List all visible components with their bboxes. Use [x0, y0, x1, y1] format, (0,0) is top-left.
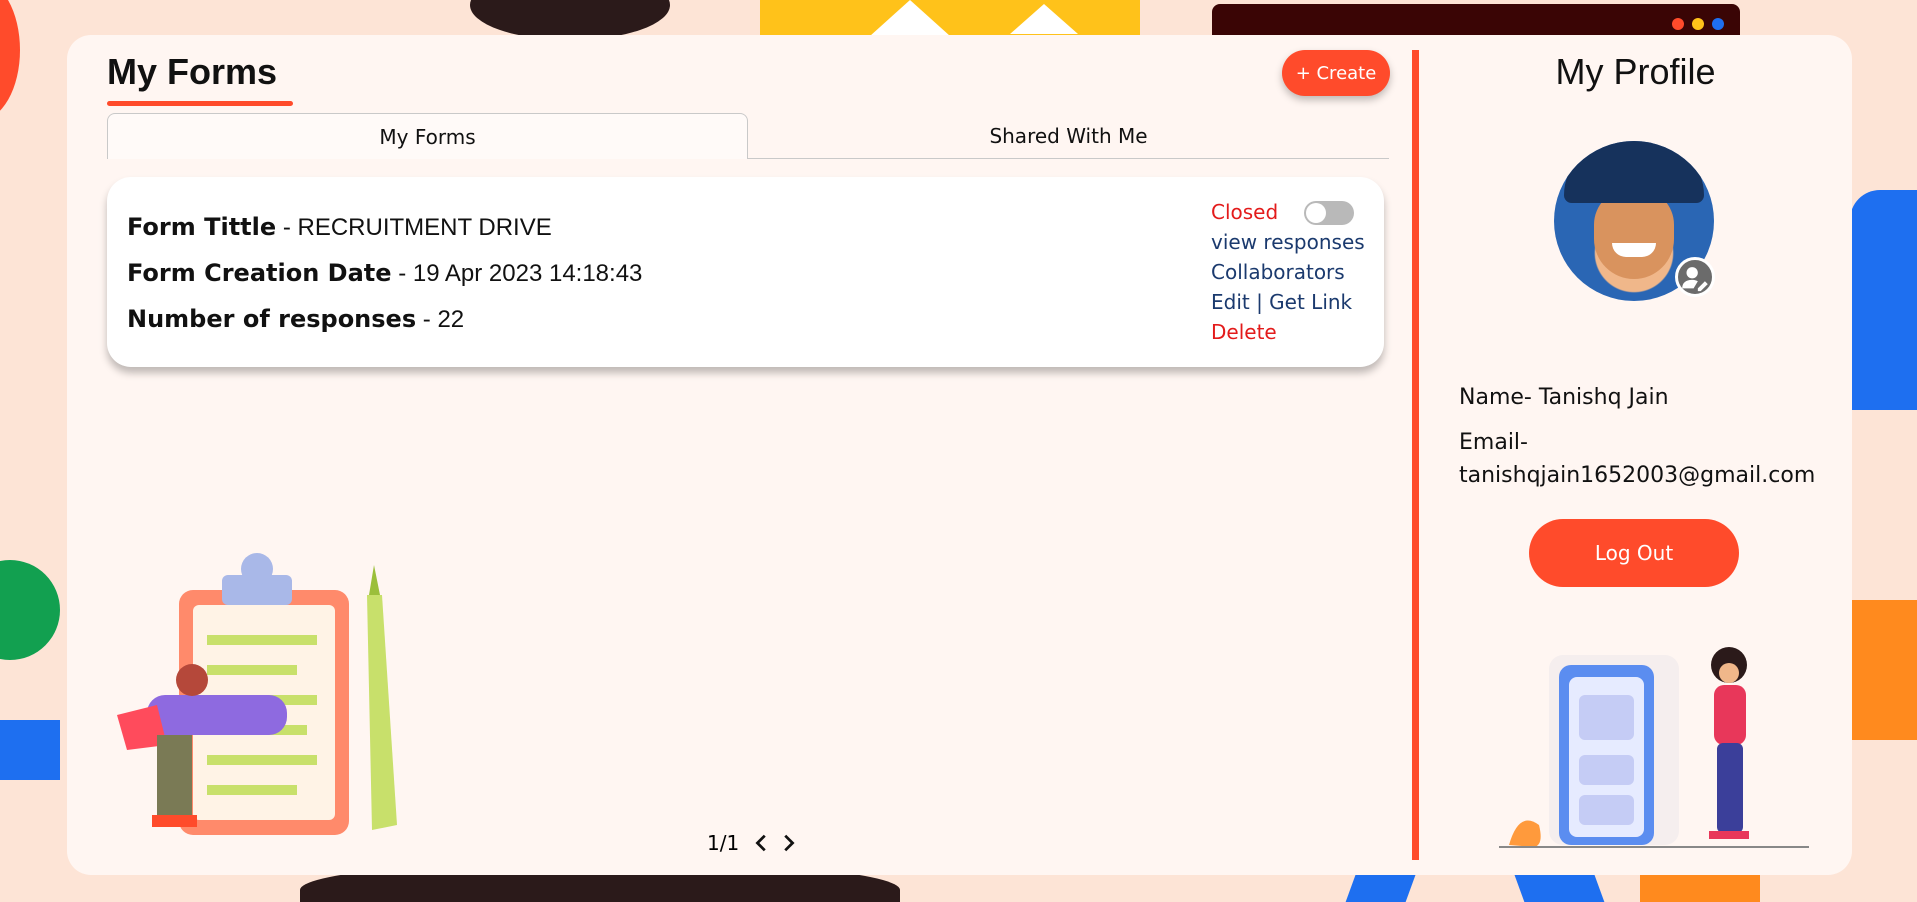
form-date-value: - 19 Apr 2023 14:18:43: [391, 260, 643, 287]
main-card: My Forms + Create My Forms Shared With M…: [67, 35, 1852, 875]
forms-tabs: My Forms Shared With Me: [107, 113, 1389, 159]
background-decoration: [870, 0, 950, 36]
profile-panel: My Profile Name- Tanishq Jain Email- tan…: [1419, 35, 1852, 875]
illustration-shape: [1579, 695, 1634, 740]
create-form-button[interactable]: + Create: [1282, 50, 1390, 96]
form-responses-value: - 22: [416, 306, 465, 333]
illustration-shape: [147, 695, 287, 735]
user-edit-icon[interactable]: [1675, 257, 1715, 297]
pagination: 1/1: [707, 831, 799, 855]
illustration-shape: [207, 785, 297, 795]
view-responses-link[interactable]: view responses: [1211, 227, 1365, 257]
background-decoration: [0, 560, 60, 660]
form-card: Form Tittle - RECRUITMENT DRIVE Form Cre…: [107, 177, 1384, 367]
accept-responses-toggle[interactable]: [1304, 201, 1354, 225]
illustration-shape: [367, 595, 397, 830]
form-title-label: Form Tittle: [127, 213, 277, 241]
delete-link[interactable]: Delete: [1211, 317, 1365, 347]
illustration-shape: [176, 664, 208, 696]
illustration-shape: [1714, 685, 1746, 745]
background-decoration: [1850, 190, 1917, 410]
illustration-shape: [207, 665, 297, 675]
illustration-shape: [241, 553, 273, 585]
illustration-shape: [207, 755, 317, 765]
panel-divider: [1412, 50, 1419, 860]
user-edit-glyph: [1682, 267, 1708, 292]
window-dot: [1712, 18, 1724, 30]
chevron-left-icon[interactable]: [751, 832, 773, 854]
page-title: My Forms: [107, 51, 278, 92]
profile-title: My Profile: [1555, 51, 1716, 92]
form-date-line: Form Creation Date - 19 Apr 2023 14:18:4…: [127, 259, 642, 288]
window-dot: [1692, 18, 1704, 30]
collaborators-link[interactable]: Collaborators: [1211, 257, 1365, 287]
form-responses-label: Number of responses: [127, 305, 417, 333]
illustration-shape: [1579, 795, 1634, 825]
edit-get-link[interactable]: Edit | Get Link: [1211, 287, 1365, 317]
profile-name: Name- Tanishq Jain: [1459, 385, 1669, 410]
logout-button[interactable]: Log Out: [1529, 519, 1739, 587]
background-decoration: [760, 0, 1140, 40]
chevron-right-icon[interactable]: [777, 832, 799, 854]
background-decoration: [1850, 600, 1917, 740]
illustration-shape: [1579, 755, 1634, 785]
profile-email-value: tanishqjain1652003@gmail.com: [1459, 463, 1816, 488]
form-responses-line: Number of responses - 22: [127, 305, 464, 334]
tab-shared-with-me[interactable]: Shared With Me: [748, 113, 1389, 159]
background-decoration: [470, 0, 670, 40]
tab-my-forms[interactable]: My Forms: [107, 113, 748, 159]
background-decoration: [0, 0, 20, 120]
illustration-shape: [152, 815, 197, 827]
clipboard-illustration: [117, 553, 397, 835]
page-indicator: 1/1: [707, 831, 740, 855]
illustration-shape: [369, 565, 380, 595]
window-dot: [1672, 18, 1684, 30]
illustration-shape: [1717, 743, 1743, 833]
illustration-shape: [157, 735, 192, 815]
form-title-value: - RECRUITMENT DRIVE: [276, 214, 552, 241]
form-actions: Closed view responses Collaborators Edit…: [1211, 197, 1365, 347]
illustration-shape: [1719, 663, 1739, 683]
forms-panel: My Forms + Create My Forms Shared With M…: [67, 35, 1412, 875]
profile-email-label: Email-: [1459, 430, 1528, 455]
avatar-cap: [1564, 141, 1704, 203]
title-underline: [107, 101, 293, 106]
illustration-shape: [1709, 831, 1749, 839]
background-decoration: [1010, 4, 1078, 34]
form-date-label: Form Creation Date: [127, 259, 392, 287]
phone-illustration: [1499, 647, 1809, 848]
form-title-line: Form Tittle - RECRUITMENT DRIVE: [127, 213, 552, 242]
background-decoration: [0, 720, 60, 780]
illustration-shape: [1509, 820, 1541, 847]
toggle-knob: [1306, 203, 1326, 223]
illustration-shape: [207, 635, 317, 645]
